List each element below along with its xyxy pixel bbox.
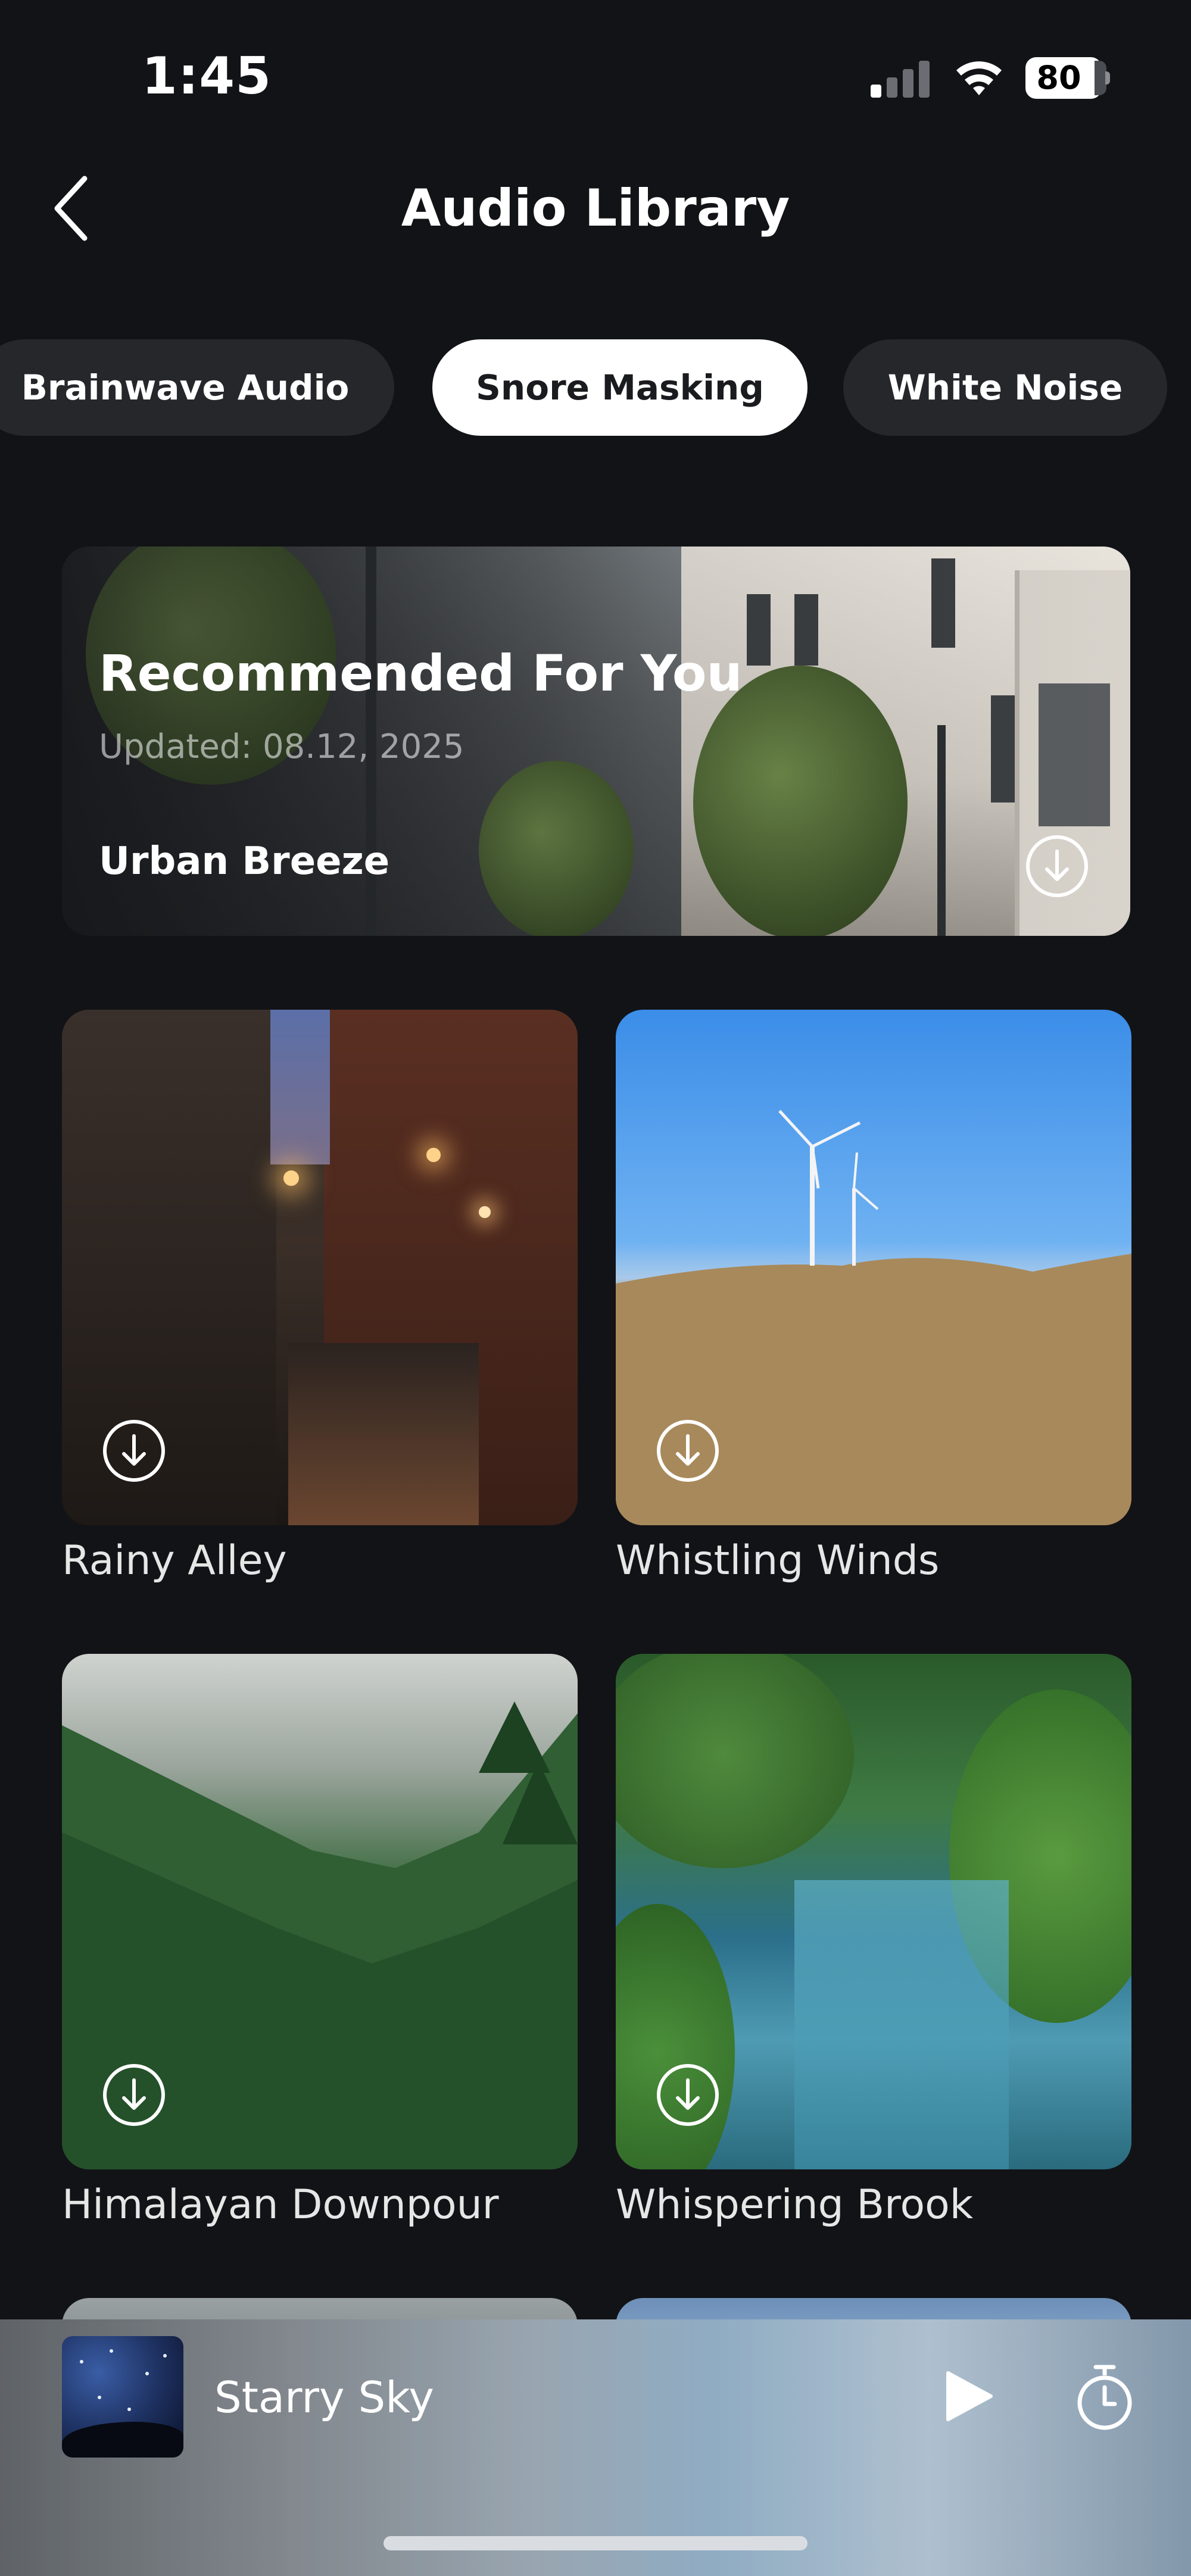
now-playing-title: Starry Sky: [214, 2372, 434, 2422]
download-icon[interactable]: [655, 1418, 721, 1484]
status-time: 1:45: [142, 46, 272, 106]
home-indicator: [384, 2536, 807, 2550]
download-icon[interactable]: [1024, 833, 1090, 899]
now-playing-artwork: [62, 2336, 183, 2458]
play-icon[interactable]: [934, 2363, 999, 2429]
battery-level: 80: [1036, 59, 1081, 96]
featured-updated-date: Updated: 08.12, 2025: [99, 727, 464, 766]
tab-snore-masking[interactable]: Snore Masking: [432, 339, 807, 436]
download-icon[interactable]: [101, 2062, 167, 2128]
page-title: Audio Library: [401, 179, 790, 238]
timer-icon[interactable]: [1072, 2361, 1137, 2433]
download-icon[interactable]: [101, 1418, 167, 1484]
track-name: Whistling Winds: [616, 1537, 940, 1584]
featured-track-name: Urban Breeze: [99, 839, 390, 883]
wifi-icon: [956, 61, 1002, 95]
track-name: Rainy Alley: [62, 1537, 287, 1584]
battery-icon: 80: [1025, 57, 1110, 99]
track-name: Whispering Brook: [616, 2181, 974, 2228]
track-name: Himalayan Downpour: [62, 2181, 499, 2228]
tab-brainwave-audio[interactable]: Brainwave Audio: [0, 339, 394, 436]
audio-library-screen: 1:45 80 Audio Library Brainwave Audio Sn…: [0, 0, 1191, 2576]
tab-white-noise[interactable]: White Noise: [843, 339, 1167, 436]
download-icon[interactable]: [655, 2062, 721, 2128]
cellular-signal-icon: [871, 60, 930, 98]
featured-title: Recommended For You: [99, 644, 743, 702]
